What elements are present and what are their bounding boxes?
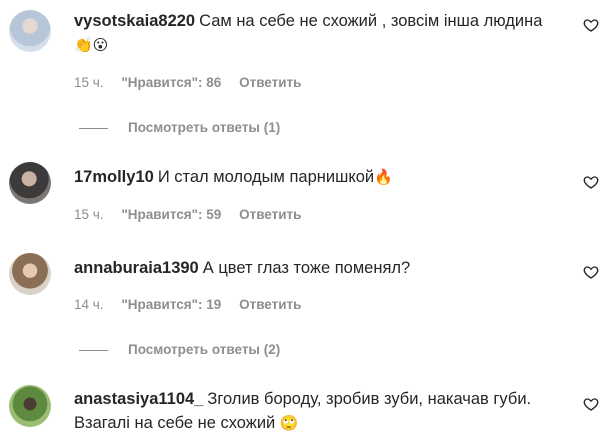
comment-time: 15 ч. [74, 75, 104, 90]
view-replies-label: Посмотреть ответы (1) [128, 120, 281, 135]
comment-text: 17molly10 И стал молодым парнишкой🔥 [74, 165, 571, 190]
reply-button[interactable]: Ответить [239, 297, 301, 312]
reply-button[interactable]: Ответить [239, 207, 301, 222]
divider [79, 349, 108, 351]
avatar[interactable] [9, 253, 51, 295]
comment-body: А цвет глаз тоже поменял? [202, 259, 411, 277]
emoji: 🙄 [279, 414, 299, 432]
comment-time: 14 ч. [74, 297, 104, 312]
view-replies-button[interactable]: Посмотреть ответы (2) [79, 342, 280, 357]
likes-count[interactable]: "Нравится": 19 [121, 297, 221, 312]
likes-count[interactable]: "Нравится": 86 [121, 75, 221, 90]
heart-icon[interactable] [583, 17, 599, 33]
comment-text: anastasiya1104_ Зголив бороду, зробив зуб… [74, 387, 571, 436]
view-replies-button[interactable]: Посмотреть ответы (1) [79, 120, 280, 135]
comment-username[interactable]: 17molly10 [74, 168, 154, 186]
heart-icon[interactable] [583, 396, 599, 412]
comment-body: И стал молодым парнишкой [157, 168, 375, 186]
comment-text: vysotskaia8220 Сам на себе не схожий , зо… [74, 9, 571, 58]
likes-count[interactable]: "Нравится": 59 [121, 207, 221, 222]
heart-icon[interactable] [583, 264, 599, 280]
comment-body: Сам на себе не схожий , зовсім інша люди… [199, 12, 543, 30]
avatar[interactable] [9, 162, 51, 204]
reply-button[interactable]: Ответить [239, 75, 301, 90]
comment-time: 15 ч. [74, 207, 104, 222]
emoji: 👏😮 [74, 36, 109, 54]
avatar[interactable] [9, 10, 51, 52]
avatar[interactable] [9, 385, 51, 427]
comment-username[interactable]: annaburaia1390 [74, 259, 199, 277]
divider [79, 127, 108, 129]
heart-icon[interactable] [583, 174, 599, 190]
emoji: 🔥 [374, 168, 393, 186]
comment-username[interactable]: anastasiya1104_ [74, 390, 203, 408]
comment-username[interactable]: vysotskaia8220 [74, 12, 195, 30]
view-replies-label: Посмотреть ответы (2) [128, 342, 281, 357]
comment-text: annaburaia1390 А цвет глаз тоже поменял? [74, 256, 571, 280]
